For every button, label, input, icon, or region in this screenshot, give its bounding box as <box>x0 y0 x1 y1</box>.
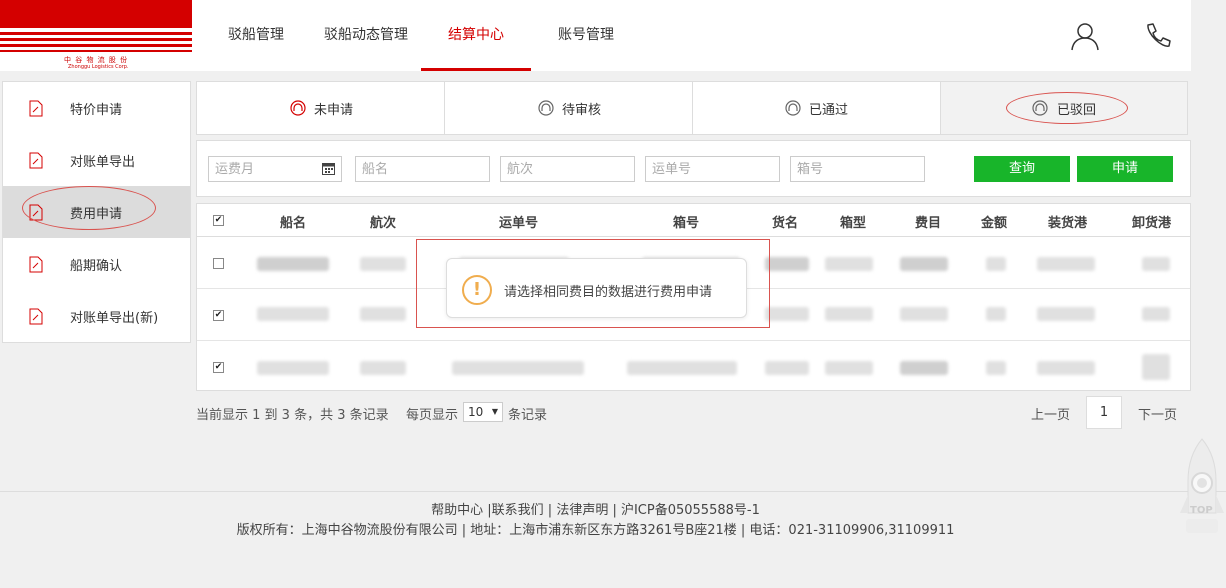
sidebar-item-statement-export[interactable]: 对账单导出 <box>3 134 190 186</box>
page-size-select[interactable]: 10 ▼ <box>463 402 503 422</box>
column-header: 卸货港 <box>1132 216 1172 231</box>
tab-label: 已通过 <box>809 103 849 118</box>
column-header: 箱号 <box>673 216 700 231</box>
column-header: 箱型 <box>840 216 867 231</box>
apply-button[interactable]: 申请 <box>1077 156 1173 182</box>
sidebar-item-label: 对账单导出 <box>70 155 136 170</box>
table-header-divider <box>197 236 1190 237</box>
query-button[interactable]: 查询 <box>974 156 1070 182</box>
document-icon <box>29 308 43 325</box>
phone-icon[interactable] <box>1142 20 1174 52</box>
top-header: 中 谷 物 流 股 份 Zhonggu Logistics Corp. 驳船管理… <box>0 0 1191 71</box>
sidebar-item-label: 船期确认 <box>70 259 123 274</box>
rocket-icon <box>1180 438 1224 533</box>
headset-icon <box>290 100 306 116</box>
row-checkbox[interactable]: ✔ <box>213 362 224 373</box>
column-header: 费目 <box>915 216 942 231</box>
next-page-link[interactable]: 下一页 <box>1138 404 1177 423</box>
calendar-icon[interactable] <box>322 162 335 175</box>
document-icon <box>29 152 43 169</box>
nav-barge-management[interactable]: 驳船管理 <box>228 24 284 44</box>
tab-not-applied[interactable]: 未申请 <box>197 82 445 134</box>
search-bar: 查询 申请 <box>196 140 1191 197</box>
waybill-input[interactable] <box>645 156 780 182</box>
current-page-button[interactable]: 1 <box>1086 396 1122 429</box>
row-checkbox[interactable] <box>213 258 224 269</box>
document-icon <box>29 100 43 117</box>
row-checkbox[interactable]: ✔ <box>213 310 224 321</box>
headset-icon <box>785 100 801 116</box>
user-icon[interactable] <box>1069 20 1101 52</box>
column-header: 船名 <box>280 216 307 231</box>
ship-name-input[interactable] <box>355 156 490 182</box>
toast-message: 请选择相同费目的数据进行费用申请 <box>504 285 713 300</box>
back-to-top-button[interactable]: TOP <box>1178 435 1226 535</box>
container-number-input[interactable] <box>790 156 925 182</box>
nav-account-management[interactable]: 账号管理 <box>558 24 614 44</box>
tab-label: 未申请 <box>314 103 354 118</box>
row-divider <box>197 340 1190 341</box>
voyage-input[interactable] <box>500 156 635 182</box>
sidebar-item-label: 对账单导出(新) <box>70 311 159 326</box>
dropdown-arrow-icon: ▼ <box>491 407 498 416</box>
company-logo[interactable]: 中 谷 物 流 股 份 Zhonggu Logistics Corp. <box>0 0 192 71</box>
select-all-checkbox[interactable]: ✔ <box>213 215 224 226</box>
tab-pending-review[interactable]: 待审核 <box>445 82 693 134</box>
footer-divider <box>0 491 1226 492</box>
column-header: 航次 <box>370 216 397 231</box>
nav-barge-dynamics[interactable]: 驳船动态管理 <box>324 24 408 44</box>
pagination-info: 当前显示 1 到 3 条，共 3 条记录 <box>196 408 389 423</box>
sidebar-item-label: 特价申请 <box>70 103 123 118</box>
nav-active-indicator <box>421 68 531 71</box>
annotation-ellipse <box>1006 92 1128 124</box>
annotation-ellipse <box>22 186 156 230</box>
headset-icon <box>538 100 554 116</box>
page-size-suffix: 条记录 <box>508 408 548 423</box>
nav-settlement-center[interactable]: 结算中心 <box>448 24 504 44</box>
page-size-value: 10 <box>468 405 484 419</box>
column-header: 装货港 <box>1048 216 1088 231</box>
footer-links[interactable]: 帮助中心 |联系我们 | 法律声明 | 沪ICP备05055588号-1 <box>0 499 1191 518</box>
top-label: TOP <box>1190 505 1213 516</box>
tab-approved[interactable]: 已通过 <box>693 82 941 134</box>
sidebar-item-statement-export-new[interactable]: 对账单导出(新) <box>3 290 190 342</box>
prev-page-link[interactable]: 上一页 <box>1031 404 1070 423</box>
warning-icon: ! <box>462 275 492 305</box>
page-size-prefix: 每页显示 <box>406 408 459 423</box>
toast-notification: ! 请选择相同费目的数据进行费用申请 <box>446 258 747 318</box>
document-icon <box>29 256 43 273</box>
column-header: 货名 <box>772 216 799 231</box>
column-header: 运单号 <box>499 216 539 231</box>
sidebar-item-special-price[interactable]: 特价申请 <box>3 82 190 134</box>
column-header: 金额 <box>981 216 1008 231</box>
sidebar-item-schedule-confirm[interactable]: 船期确认 <box>3 238 190 290</box>
logo-subtext: Zhonggu Logistics Corp. <box>68 64 129 70</box>
footer-copyright: 版权所有：上海中谷物流股份有限公司 | 地址：上海市浦东新区东方路3261号B座… <box>236 523 955 538</box>
tab-label: 待审核 <box>562 103 602 118</box>
